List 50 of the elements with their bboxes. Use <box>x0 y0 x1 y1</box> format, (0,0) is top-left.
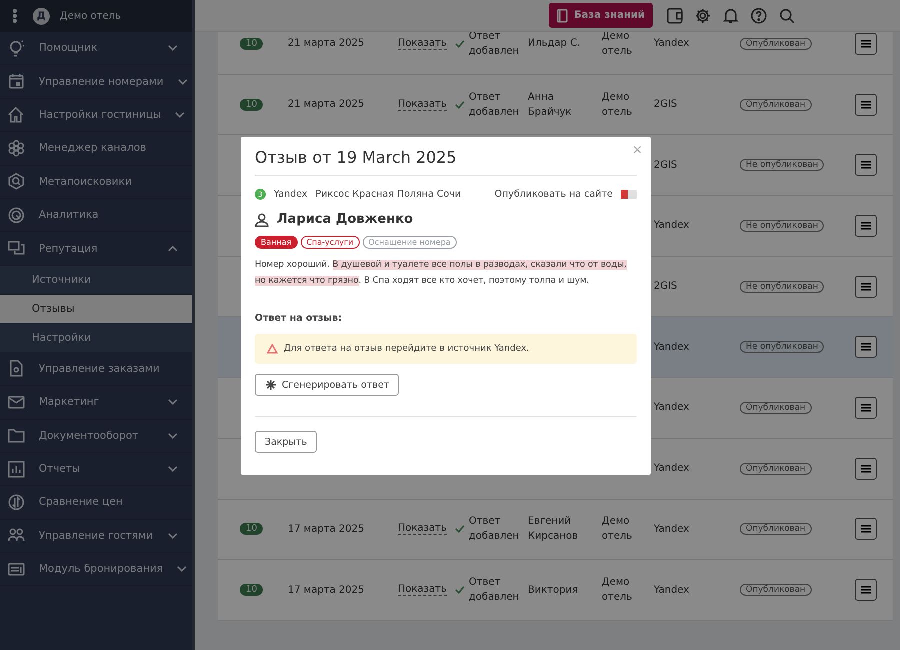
author-name: Евгений Кирсанов <box>528 515 580 544</box>
reply-status: Ответ добавлен <box>469 515 520 544</box>
review-date: 17 марта 2025 <box>288 584 365 596</box>
publish-label: Опубликовать на сайте <box>494 189 613 200</box>
platform-name: Yandex <box>654 584 690 596</box>
property-name: Риксос Красная Поляна Сочи <box>316 189 462 200</box>
publication-status: Опубликован <box>740 462 812 475</box>
review-date: 21 марта 2025 <box>288 38 365 50</box>
rating-badge: 10 <box>240 584 264 596</box>
rating-badge: 10 <box>240 523 264 536</box>
reply-status: Ответ добавлен <box>469 576 520 606</box>
hotel-name: Демо отель <box>602 576 634 606</box>
reply-status: Ответ добавлен <box>469 90 520 120</box>
review-date: 17 марта 2025 <box>288 524 365 535</box>
hotel-name: Демо отель <box>602 515 634 544</box>
review-text: Номер хороший. В душевой и туалете все полы в разводах, сказали что от воды, но кажется что грязно. В Спа ходят все кто хочет, поэтому толпа и шум. <box>255 259 628 288</box>
author-name: Виктория <box>528 584 580 598</box>
publication-status: Опубликован <box>740 402 812 414</box>
hotel-name: Демо отель <box>602 30 634 59</box>
author-name: Ильдар С. <box>528 37 582 52</box>
reply-status: Ответ добавлен <box>469 30 520 59</box>
publication-status: Опубликован <box>740 38 812 50</box>
publication-status: Опубликован <box>740 98 812 111</box>
platform-name: Yandex <box>654 220 690 232</box>
hotel-name: Демо отель <box>60 10 122 22</box>
publication-status: Опубликован <box>740 523 812 536</box>
publication-status: Не опубликован <box>740 159 824 172</box>
review-date: 21 марта 2025 <box>288 99 365 110</box>
platform-name: Yandex <box>654 524 690 535</box>
reply-heading: Ответ на отзыв: <box>255 313 344 324</box>
publication-status: Не опубликован <box>740 220 824 232</box>
publication-status: Опубликован <box>740 584 812 596</box>
rating-badge: 10 <box>240 38 264 50</box>
platform-name: 2GIS <box>654 99 678 110</box>
warning-text: Для ответа на отзыв перейдите в источник Yandex. <box>284 344 530 354</box>
platform-name: 2GIS <box>654 160 678 171</box>
platform-name: Yandex <box>654 402 690 414</box>
hotel-name: Демо отель <box>602 90 634 120</box>
author-name: Анна Брайчук <box>528 90 573 120</box>
hotel-avatar: Д <box>33 8 50 24</box>
reviewer-name: Лариса Довженко <box>277 212 414 227</box>
publication-status: Не опубликован <box>740 280 824 293</box>
source-name: Yandex <box>274 189 308 200</box>
platform-name: 2GIS <box>654 281 678 292</box>
publication-status: Не опубликован <box>740 341 824 354</box>
platform-name: Yandex <box>654 463 690 474</box>
rating-badge: 10 <box>240 98 264 111</box>
platform-name: Yandex <box>654 342 690 353</box>
dialog-title: Отзыв от 19 March 2025 <box>255 148 457 167</box>
platform-name: Yandex <box>654 38 690 50</box>
